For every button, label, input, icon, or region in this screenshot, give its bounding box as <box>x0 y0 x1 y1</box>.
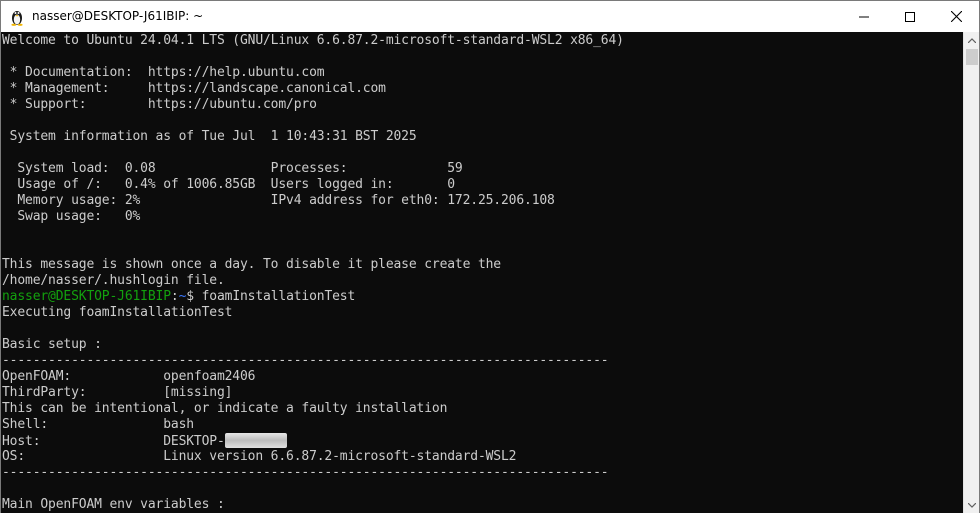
terminal-line-system-info: System information as of Tue Jul 1 10:43… <box>2 129 417 144</box>
prompt-dollar: $ <box>186 289 202 304</box>
terminal-line-management: * Management: https://landscape.canonica… <box>2 81 386 96</box>
host-label: Host: <box>2 434 164 449</box>
terminal-line-swap-usage: Swap usage: 0% <box>2 209 141 224</box>
title-bar[interactable]: nasser@DESKTOP-J61IBIP: ~ <box>1 1 979 32</box>
terminal-line-system-load: System load: 0.08 Processes: 59 <box>2 161 463 176</box>
redacted-hostname <box>224 433 287 448</box>
prompt-command: foamInstallationTest <box>201 289 356 304</box>
terminal-line-basic-setup: Basic setup : <box>2 337 102 352</box>
terminal-window: nasser@DESKTOP-J61IBIP: ~ Welcome to Ubu… <box>0 0 980 513</box>
terminal-line-os: OS: Linux version 6.6.87.2-microsoft-sta… <box>2 449 517 464</box>
terminal-divider-2: ----------------------------------------… <box>2 465 609 480</box>
linux-penguin-icon <box>11 11 23 26</box>
scroll-down-button[interactable] <box>964 497 980 513</box>
scroll-up-button[interactable] <box>964 32 980 48</box>
terminal-line-hushlogin: /home/nasser/.hushlogin file. <box>2 273 225 288</box>
chevron-up-icon <box>968 37 976 43</box>
terminal-line-openfoam: OpenFOAM: openfoam2406 <box>2 369 256 384</box>
minimize-icon <box>859 16 869 17</box>
terminal-line-disk-usage: Usage of /: 0.4% of 1006.85GB Users logg… <box>2 177 455 192</box>
terminal-line-support: * Support: https://ubuntu.com/pro <box>2 97 317 112</box>
close-button[interactable] <box>933 1 979 32</box>
terminal-output[interactable]: Welcome to Ubuntu 24.04.1 LTS (GNU/Linux… <box>1 32 963 513</box>
terminal-divider: ----------------------------------------… <box>2 353 609 368</box>
scrollbar-thumb[interactable] <box>966 49 978 65</box>
terminal-line-message: This message is shown once a day. To dis… <box>2 257 501 272</box>
prompt-user-host: nasser@DESKTOP-J61IBIP <box>2 289 171 304</box>
window-title: nasser@DESKTOP-J61IBIP: ~ <box>32 9 204 23</box>
terminal-line-env-variables: Main OpenFOAM env variables : <box>2 497 225 512</box>
terminal-prompt-line: nasser@DESKTOP-J61IBIP:~$ foamInstallati… <box>2 289 355 305</box>
host-value: DESKTOP- <box>163 434 225 449</box>
maximize-icon <box>905 11 915 22</box>
terminal-line-host: Host: DESKTOP- <box>2 433 287 449</box>
close-icon <box>950 11 962 22</box>
terminal-line-shell: Shell: bash <box>2 417 194 432</box>
terminal-line-executing: Executing foamInstallationTest <box>2 305 233 320</box>
terminal-line-welcome: Welcome to Ubuntu 24.04.1 LTS (GNU/Linux… <box>2 33 624 48</box>
prompt-separator: : <box>170 289 179 304</box>
terminal-line-intentional: This can be intentional, or indicate a f… <box>2 401 448 416</box>
terminal-line-memory-usage: Memory usage: 2% IPv4 address for eth0: … <box>2 193 555 208</box>
terminal-line-thirdparty: ThirdParty: [missing] <box>2 385 233 400</box>
vertical-scrollbar[interactable] <box>963 32 979 513</box>
maximize-button[interactable] <box>887 1 933 32</box>
chevron-down-icon <box>968 502 976 508</box>
minimize-button[interactable] <box>841 1 887 32</box>
terminal-line-documentation: * Documentation: https://help.ubuntu.com <box>2 65 325 80</box>
